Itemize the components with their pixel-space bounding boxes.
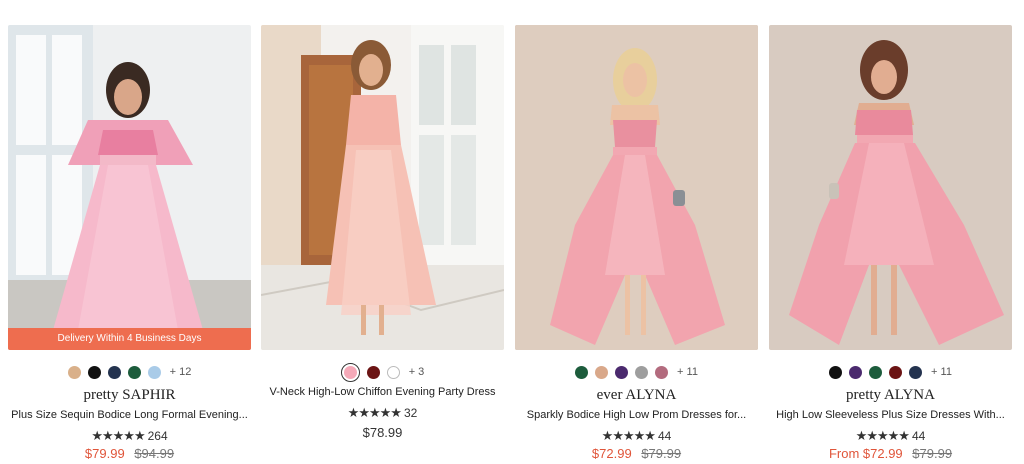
product-image[interactable] xyxy=(515,25,758,350)
color-swatch[interactable] xyxy=(107,365,121,379)
price-block: From $72.99 $79.99 xyxy=(769,446,1012,461)
brand-name: pretty ALYNA xyxy=(846,387,935,403)
product-name[interactable]: V-Neck High-Low Chiffon Evening Party Dr… xyxy=(261,386,504,398)
product-card[interactable]: Delivery Within 4 Business Days + 12 pre… xyxy=(8,25,251,461)
sale-price: $72.99 xyxy=(591,446,632,461)
color-swatch-selected[interactable] xyxy=(340,362,360,382)
brand-name: ever ALYNA xyxy=(596,387,677,403)
more-colors-link[interactable]: + 11 xyxy=(677,366,698,378)
price-block: $72.99 $79.99 xyxy=(515,446,758,461)
star-rating-icon: ★★★★★ xyxy=(601,428,656,443)
product-photo-pink-satin-high-low-dress xyxy=(515,25,758,350)
product-image[interactable] xyxy=(769,25,1012,350)
color-swatch[interactable] xyxy=(127,365,141,379)
product-name[interactable]: Plus Size Sequin Bodice Long Formal Even… xyxy=(8,409,251,421)
color-swatches: + 12 xyxy=(8,364,251,380)
color-swatch[interactable] xyxy=(655,365,669,379)
color-swatches: + 3 xyxy=(261,362,504,382)
product-name[interactable]: High Low Sleeveless Plus Size Dresses Wi… xyxy=(769,409,1012,421)
product-rating: ★★★★★ 32 xyxy=(261,405,504,421)
star-rating-icon: ★★★★★ xyxy=(855,428,910,443)
sale-price: From $72.99 xyxy=(828,446,903,461)
review-count: 32 xyxy=(403,406,418,420)
color-swatch[interactable] xyxy=(889,365,903,379)
original-price: $94.99 xyxy=(134,446,175,461)
original-price: $79.99 xyxy=(641,446,682,461)
price: $78.99 xyxy=(362,425,403,440)
color-swatch[interactable] xyxy=(575,365,589,379)
brand-name: pretty SAPHIR xyxy=(83,387,176,403)
delivery-banner: Delivery Within 4 Business Days xyxy=(8,328,251,350)
product-card[interactable]: + 11 ever ALYNA Sparkly Bodice High Low … xyxy=(515,25,758,461)
color-swatch[interactable] xyxy=(635,365,649,379)
sale-price: $79.99 xyxy=(84,446,125,461)
product-image[interactable] xyxy=(261,25,504,350)
color-swatch[interactable] xyxy=(869,365,883,379)
product-card[interactable]: + 3 V-Neck High-Low Chiffon Evening Part… xyxy=(261,25,504,461)
more-colors-link[interactable]: + 11 xyxy=(931,366,952,378)
review-count: 44 xyxy=(657,429,672,443)
color-swatch[interactable] xyxy=(909,365,923,379)
product-photo-pink-sequin-satin-gown xyxy=(769,25,1012,350)
product-photo-pink-sequin-gown xyxy=(8,25,251,350)
product-rating: ★★★★★ 44 xyxy=(515,428,758,444)
product-name[interactable]: Sparkly Bodice High Low Prom Dresses for… xyxy=(515,409,758,421)
more-colors-link[interactable]: + 3 xyxy=(409,366,425,378)
color-swatch[interactable] xyxy=(67,365,81,379)
product-photo-blush-chiffon-dress xyxy=(261,25,504,350)
color-swatches: + 11 xyxy=(769,364,1012,380)
product-rating: ★★★★★ 264 xyxy=(8,428,251,444)
product-image[interactable]: Delivery Within 4 Business Days xyxy=(8,25,251,350)
star-rating-icon: ★★★★★ xyxy=(347,405,402,420)
review-count: 44 xyxy=(911,429,926,443)
color-swatch[interactable] xyxy=(147,365,161,379)
more-colors-link[interactable]: + 12 xyxy=(170,366,192,378)
color-swatch[interactable] xyxy=(595,365,609,379)
product-rating: ★★★★★ 44 xyxy=(769,428,1012,444)
original-price: $79.99 xyxy=(912,446,953,461)
color-swatches: + 11 xyxy=(515,364,758,380)
review-count: 264 xyxy=(147,429,168,443)
color-swatch[interactable] xyxy=(849,365,863,379)
color-swatch[interactable] xyxy=(829,365,843,379)
product-card[interactable]: + 11 pretty ALYNA High Low Sleeveless Pl… xyxy=(769,25,1012,461)
color-swatch[interactable] xyxy=(615,365,629,379)
color-swatch[interactable] xyxy=(87,365,101,379)
star-rating-icon: ★★★★★ xyxy=(91,428,145,443)
price-block: $79.99 $94.99 xyxy=(8,446,251,461)
product-grid: Delivery Within 4 Business Days + 12 pre… xyxy=(8,25,1016,461)
price-block: $78.99 xyxy=(261,425,504,440)
color-swatch[interactable] xyxy=(366,365,380,379)
color-swatch[interactable] xyxy=(386,365,400,379)
